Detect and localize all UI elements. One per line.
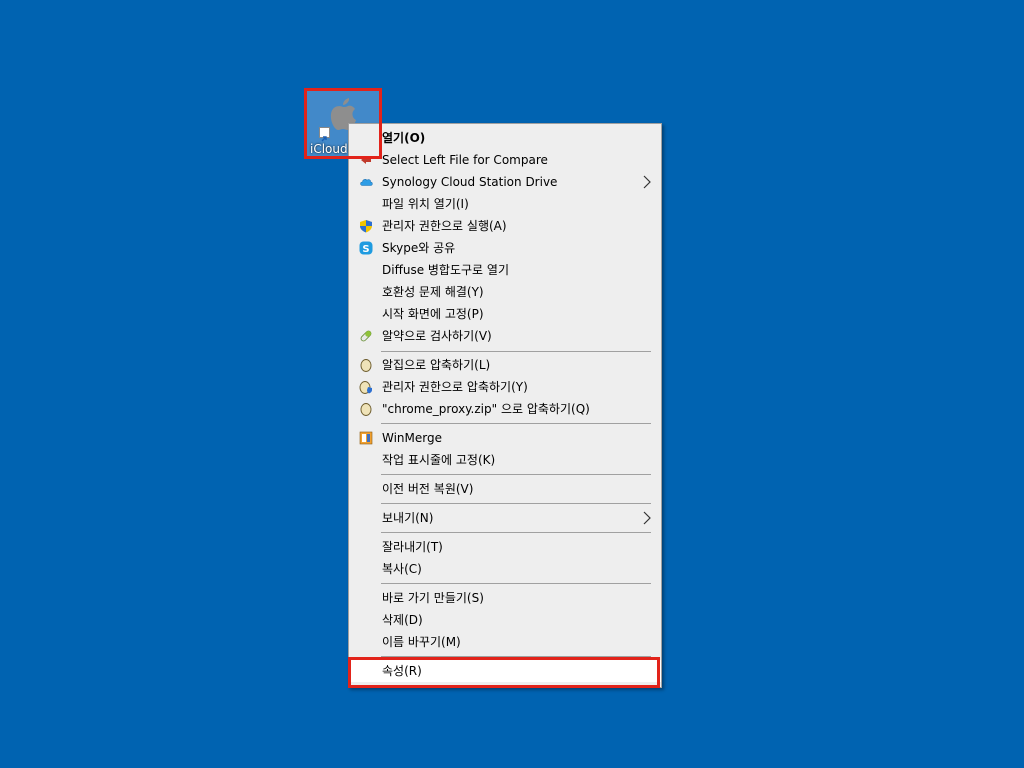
properties-highlight-box [348, 657, 660, 688]
alzip-egg-icon [359, 402, 373, 416]
menu-item-synology[interactable]: Synology Cloud Station Drive [349, 171, 661, 193]
submenu-arrow-icon [643, 175, 651, 189]
pill-icon [359, 329, 373, 343]
menu-item-winmerge[interactable]: WinMerge [349, 427, 661, 449]
menu-item-cut[interactable]: 잘라내기(T) [349, 536, 661, 558]
menu-item-diffuse[interactable]: Diffuse 병합도구로 열기 [349, 259, 661, 281]
menu-item-pin-to-taskbar[interactable]: 작업 표시줄에 고정(K) [349, 449, 661, 471]
menu-item-restore-previous-versions[interactable]: 이전 버전 복원(V) [349, 478, 661, 500]
alzip-admin-icon [359, 380, 373, 394]
menu-item-rename[interactable]: 이름 바꾸기(M) [349, 631, 661, 653]
menu-item-alyac-scan[interactable]: 알약으로 검사하기(V) [349, 325, 661, 347]
alzip-egg-icon [359, 358, 373, 372]
menu-item-create-shortcut[interactable]: 바로 가기 만들기(S) [349, 587, 661, 609]
menu-separator [381, 583, 651, 584]
menu-separator [381, 474, 651, 475]
menu-separator [381, 351, 651, 352]
menu-item-open[interactable]: 열기(O) [349, 127, 661, 149]
winmerge-icon [359, 431, 373, 445]
menu-separator [381, 532, 651, 533]
menu-item-run-as-admin[interactable]: 관리자 권한으로 실행(A) [349, 215, 661, 237]
menu-item-troubleshoot-compatibility[interactable]: 호환성 문제 해결(Y) [349, 281, 661, 303]
menu-item-alzip-compress[interactable]: 알집으로 압축하기(L) [349, 354, 661, 376]
menu-item-compress-to-zip[interactable]: "chrome_proxy.zip" 으로 압축하기(Q) [349, 398, 661, 420]
menu-item-copy[interactable]: 복사(C) [349, 558, 661, 580]
menu-item-pin-to-start[interactable]: 시작 화면에 고정(P) [349, 303, 661, 325]
menu-item-send-to[interactable]: 보내기(N) [349, 507, 661, 529]
skype-icon: S [359, 241, 373, 255]
submenu-arrow-icon [643, 511, 651, 525]
menu-separator [381, 503, 651, 504]
menu-separator [381, 423, 651, 424]
context-menu: 열기(O) Select Left File for Compare Synol… [348, 123, 662, 688]
menu-item-delete[interactable]: 삭제(D) [349, 609, 661, 631]
svg-text:S: S [362, 244, 369, 255]
menu-item-share-skype[interactable]: S Skype와 공유 [349, 237, 661, 259]
desktop-icon-highlight-box [304, 88, 382, 159]
cloud-icon [359, 175, 373, 189]
menu-item-open-file-location[interactable]: 파일 위치 열기(I) [349, 193, 661, 215]
menu-item-admin-compress[interactable]: 관리자 권한으로 압축하기(Y) [349, 376, 661, 398]
uac-shield-icon [359, 219, 373, 233]
menu-item-select-left-compare[interactable]: Select Left File for Compare [349, 149, 661, 171]
